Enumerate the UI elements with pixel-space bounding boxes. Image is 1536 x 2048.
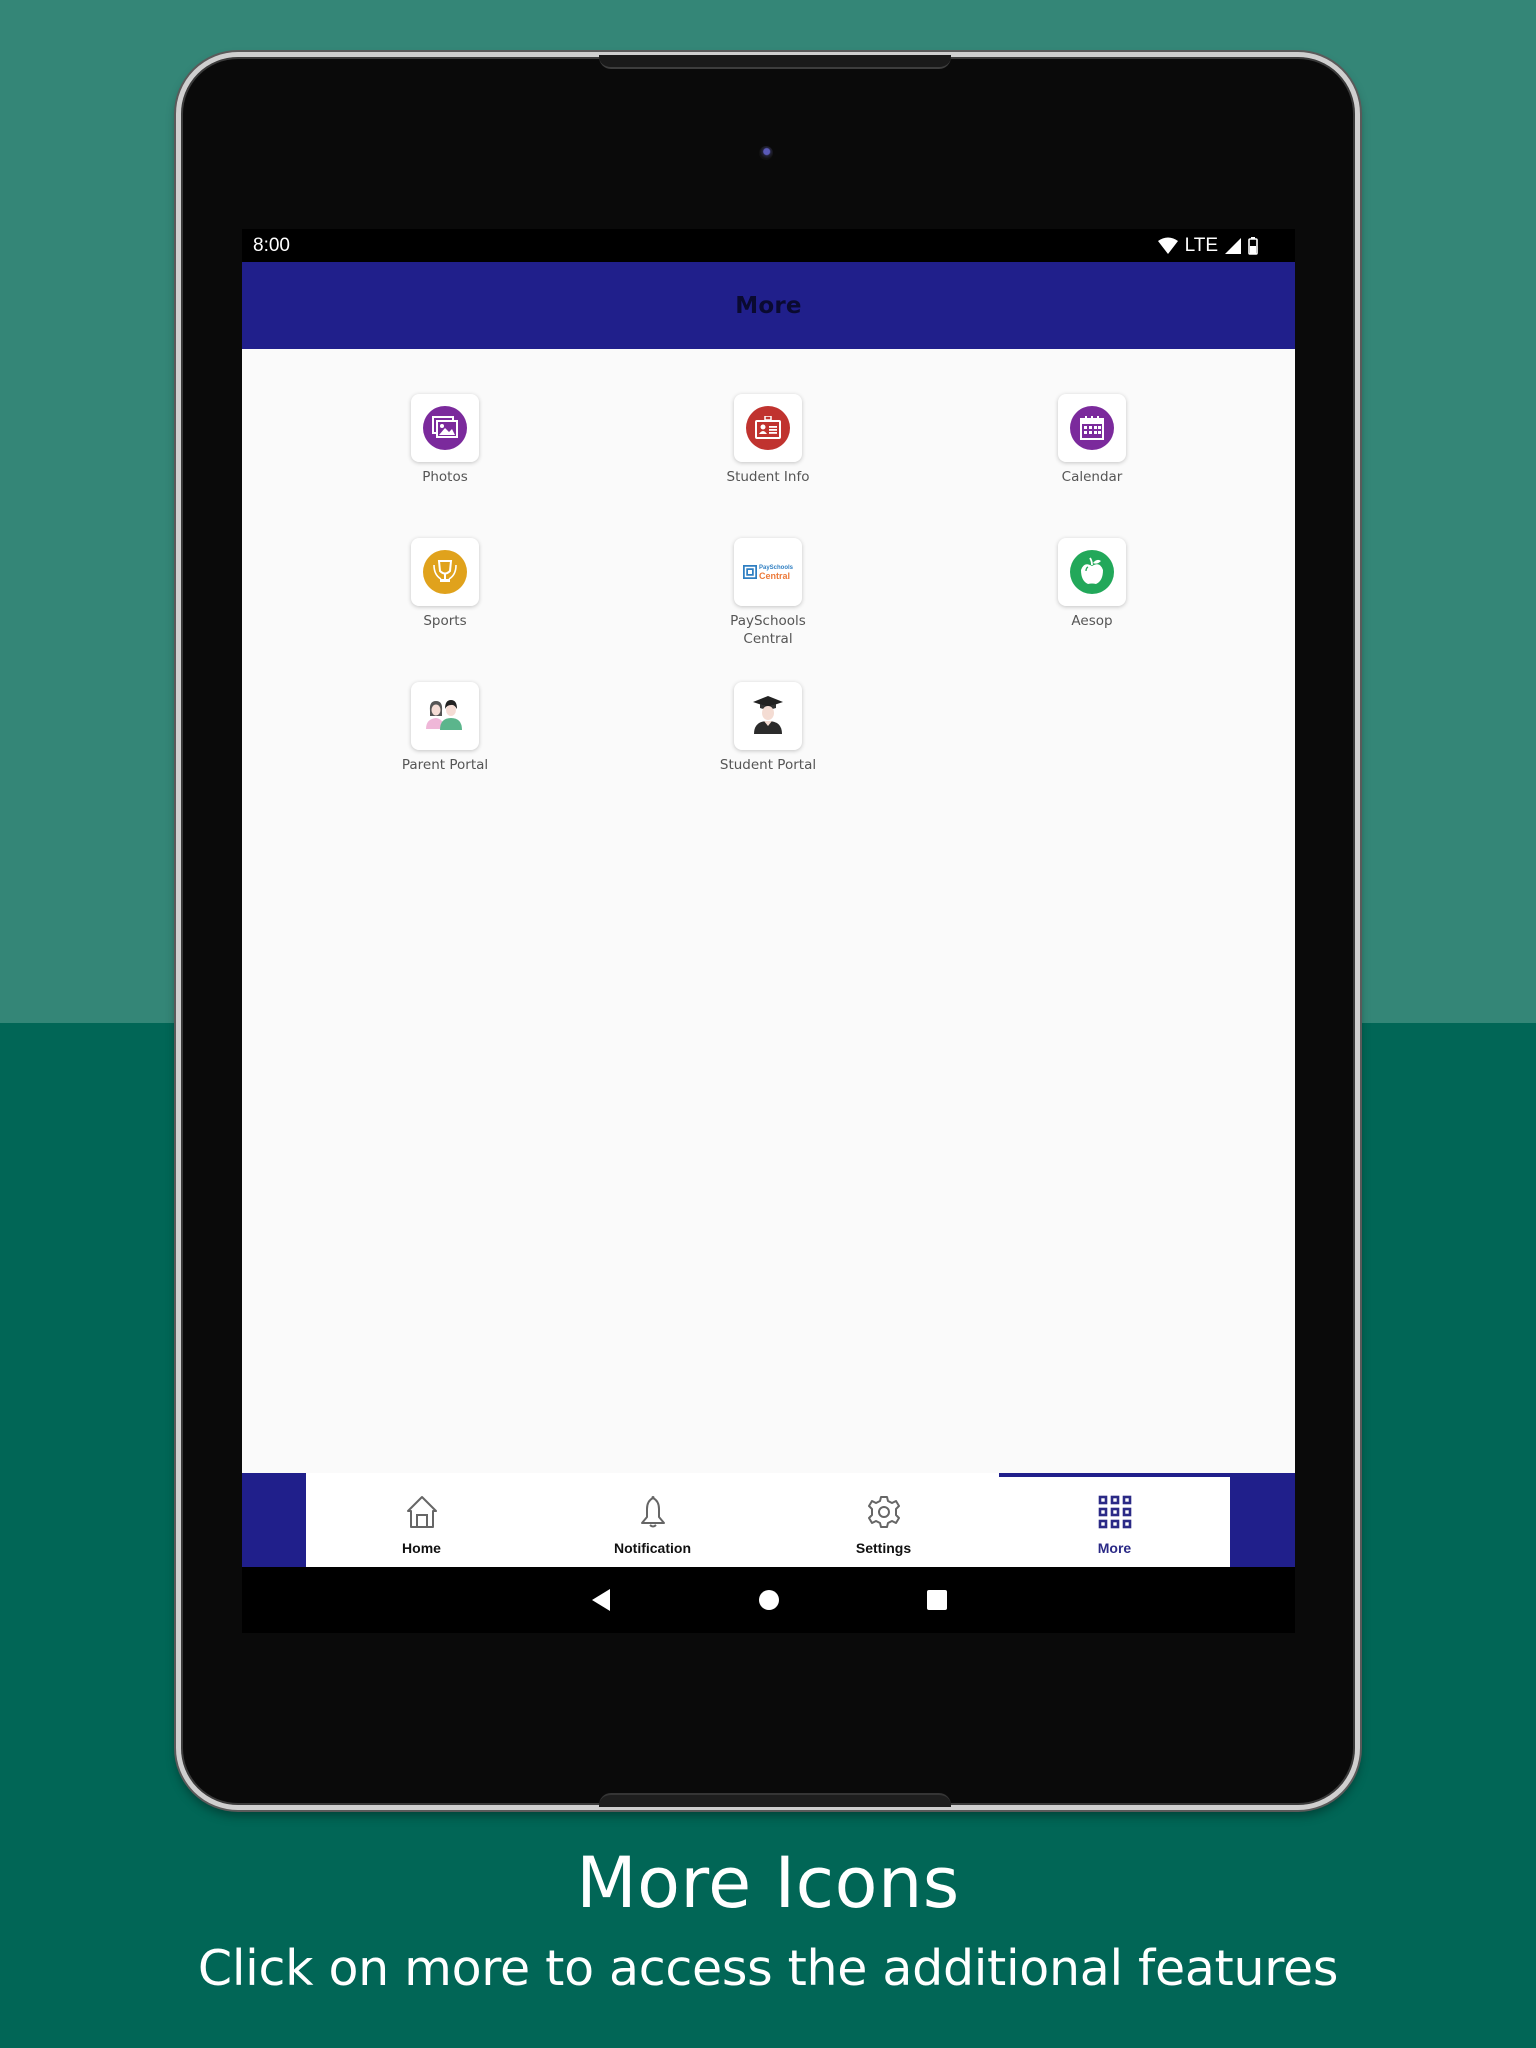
tile-label: PaySchools Central	[730, 613, 806, 647]
nav-label: Notification	[614, 1540, 691, 1556]
photos-icon	[423, 406, 467, 450]
bell-icon	[636, 1495, 670, 1534]
tile-label: Photos	[422, 469, 468, 485]
device-top-notch	[599, 55, 951, 69]
caption-title: More Icons	[576, 1842, 960, 1924]
tile-label: Student Portal	[719, 757, 817, 773]
tile-label: Parent Portal	[401, 757, 489, 773]
nav-home[interactable]: Home	[306, 1473, 537, 1567]
tile-student-portal[interactable]: Student Portal	[688, 682, 848, 774]
tile-calendar[interactable]: Calendar	[1012, 394, 1172, 486]
nav-more[interactable]: More	[999, 1473, 1230, 1567]
wifi-icon	[1157, 237, 1178, 254]
calendar-icon	[1070, 406, 1114, 450]
tile-sports[interactable]: Sports	[365, 538, 525, 630]
nav-notification[interactable]: Notification	[537, 1473, 768, 1567]
system-nav-bar	[242, 1567, 1295, 1633]
nav-label: Home	[402, 1540, 441, 1556]
nav-settings[interactable]: Settings	[768, 1473, 999, 1567]
payschools-logo-bottom: Central	[758, 571, 790, 581]
status-bar: 8:00 LTE	[242, 229, 1295, 262]
gear-icon	[867, 1495, 901, 1534]
app-screen: 8:00 LTE More Photos Student Info Calend…	[242, 229, 1295, 1633]
tile-student-info[interactable]: Student Info	[688, 394, 848, 486]
tile-aesop[interactable]: Aesop	[1012, 538, 1172, 630]
back-icon[interactable]	[591, 1589, 611, 1611]
tile-payschools-central[interactable]: PaySchools Central PaySchools Central	[688, 538, 848, 648]
tile-label: Sports	[423, 613, 467, 629]
tile-photos[interactable]: Photos	[365, 394, 525, 486]
recents-icon[interactable]	[926, 1590, 947, 1610]
apple-icon	[1070, 550, 1114, 594]
status-time: 8:00	[253, 234, 290, 256]
home-icon	[405, 1495, 439, 1534]
bottom-nav-bar: Home Notification Settings More	[242, 1473, 1295, 1567]
trophy-icon	[423, 550, 467, 594]
tile-label: Student Info	[726, 469, 810, 485]
cell-signal-icon	[1225, 237, 1241, 254]
caption-subtitle: Click on more to access the additional f…	[197, 1940, 1339, 1997]
page-title: More	[735, 292, 802, 319]
parents-icon	[424, 697, 466, 736]
battery-icon	[1248, 236, 1258, 255]
tile-parent-portal[interactable]: Parent Portal	[365, 682, 525, 774]
nav-label: More	[1097, 1540, 1132, 1556]
home-circle-icon[interactable]	[758, 1590, 779, 1610]
tile-label: Aesop	[1071, 613, 1113, 629]
camera-icon	[759, 146, 773, 160]
nav-label: Settings	[855, 1540, 912, 1556]
payschools-logo: PaySchools Central	[742, 564, 793, 581]
device-bottom-notch	[599, 1793, 951, 1807]
graduate-icon	[751, 694, 785, 739]
network-type: LTE	[1184, 234, 1218, 256]
tile-label: Calendar	[1061, 469, 1123, 485]
app-bar: More	[242, 262, 1295, 349]
id-card-icon	[746, 406, 790, 450]
grid-icon	[1098, 1495, 1132, 1534]
